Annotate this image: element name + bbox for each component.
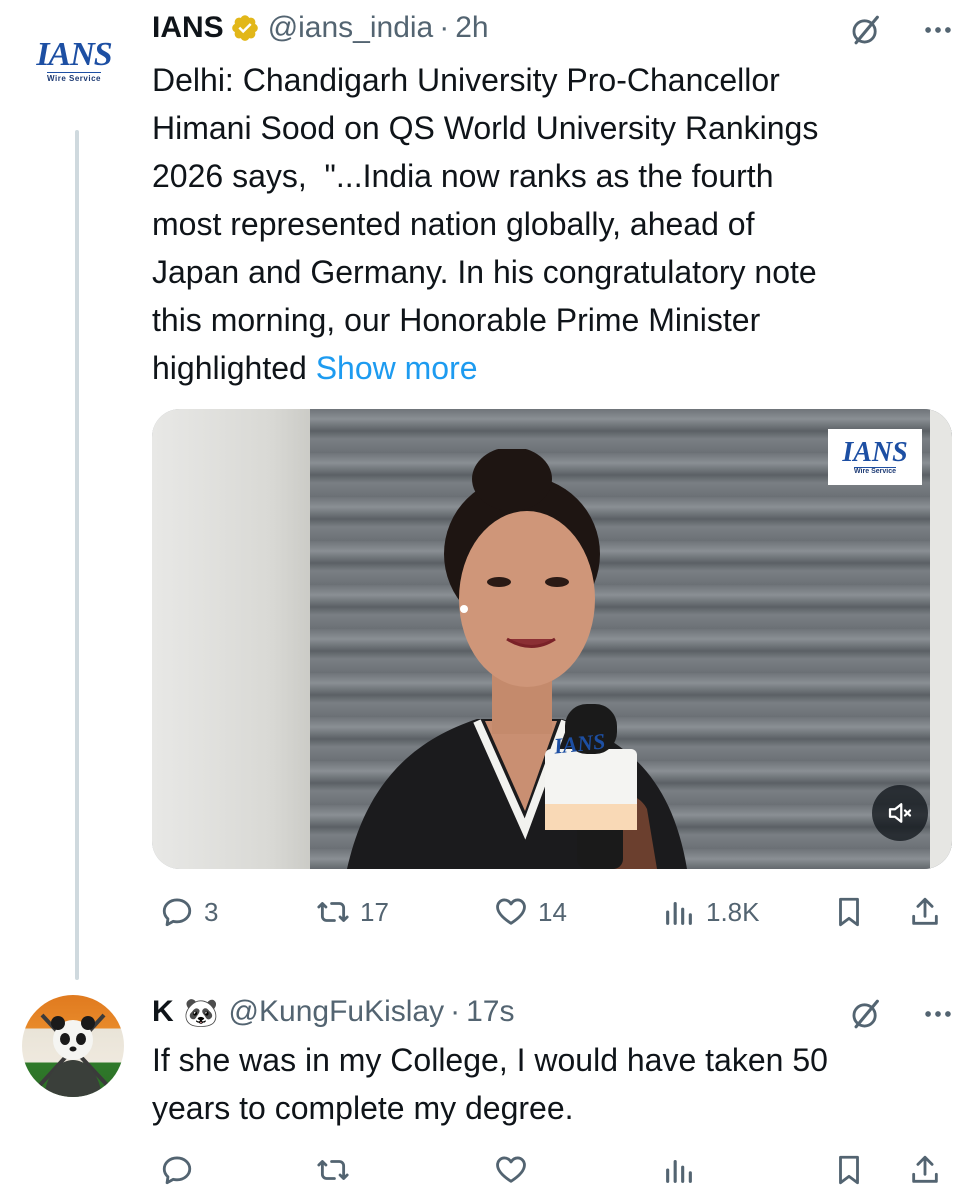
views-button[interactable] — [662, 1150, 696, 1190]
bookmark-button[interactable] — [832, 892, 866, 932]
bookmark-icon — [839, 897, 859, 927]
share-button[interactable] — [908, 892, 942, 932]
repost-button[interactable] — [316, 1150, 350, 1190]
reply-count: 3 — [204, 896, 219, 927]
tweet2-actions — [152, 1150, 952, 1190]
share-button[interactable] — [908, 1150, 942, 1190]
tweet1-text-line: Japan and Germany. In his congratulatory… — [152, 254, 817, 290]
like-count: 14 — [538, 896, 567, 927]
like-button[interactable] — [494, 1150, 528, 1190]
tweet1-text-line: Delhi: Chandigarh University Pro-Chancel… — [152, 62, 780, 98]
kungfukislay-avatar[interactable] — [22, 995, 124, 1097]
reply-icon — [162, 898, 192, 927]
reply-button[interactable]: 3 — [160, 892, 218, 932]
tweet1-separator: · — [439, 11, 450, 44]
tweet1-text-line: Himani Sood on QS World University Ranki… — [152, 110, 819, 146]
show-more-link[interactable]: Show more — [316, 350, 478, 386]
video-person — [347, 449, 687, 869]
repost-button[interactable]: 17 — [316, 892, 389, 932]
tweet2-separator: · — [450, 995, 461, 1028]
grok-icon[interactable] — [846, 994, 886, 1034]
tweet1-text: Delhi: Chandigarh University Pro-Chancel… — [152, 56, 952, 392]
video-watermark: IANS Wire Service — [828, 429, 922, 485]
tweet1-header: IANS @ians_india · 2h — [152, 8, 489, 48]
verified-badge-icon — [230, 13, 260, 43]
thread-line — [75, 130, 79, 980]
like-icon — [496, 898, 526, 925]
panda-warrior-image — [38, 1013, 109, 1097]
tweet1-time[interactable]: 2h — [455, 11, 488, 45]
grok-icon[interactable] — [846, 10, 886, 50]
tweet1-video[interactable]: IANS IANS Wire Service — [152, 409, 952, 869]
tweet1-text-line: most represented nation globally, ahead … — [152, 206, 755, 242]
share-icon — [912, 1155, 938, 1183]
tweet2-time[interactable]: 17s — [466, 995, 514, 1029]
panda-emoji: 🐼 — [183, 996, 219, 1028]
views-icon — [666, 901, 692, 925]
tweet2-text: If she was in my College, I would have t… — [152, 1036, 952, 1132]
more-icon[interactable] — [918, 10, 958, 50]
tweet2-header: K 🐼 @KungFuKislay · 17s — [152, 992, 514, 1032]
tweet2-author-name[interactable]: K — [152, 995, 174, 1029]
views-icon — [666, 1159, 692, 1183]
bookmark-button[interactable] — [832, 1150, 866, 1190]
more-icon[interactable] — [918, 994, 958, 1034]
mute-icon — [888, 803, 912, 823]
tweet2-text-line: If she was in my College, I would have t… — [152, 1042, 828, 1078]
ians-avatar-logo: IANS — [36, 35, 112, 73]
like-button[interactable]: 14 — [494, 892, 567, 932]
tweet1-text-last: highlighted — [152, 350, 307, 386]
tweet1-text-line: highlighted Show more — [152, 344, 952, 392]
mute-button[interactable] — [872, 785, 928, 841]
mic-flag-label: IANS — [552, 728, 607, 759]
tweet1-text-line: this morning, our Honorable Prime Minist… — [152, 302, 761, 338]
tweet1-text-line: 2026 says, "...India now ranks as the fo… — [152, 158, 774, 194]
ians-avatar-sub: Wire Service — [47, 71, 101, 83]
tweet2-handle[interactable]: @KungFuKislay — [229, 995, 445, 1029]
share-icon — [912, 897, 938, 925]
ians-avatar[interactable]: IANS Wire Service — [24, 30, 124, 90]
video-wall — [152, 409, 320, 869]
tweet1-actions: 3 17 14 1.8K — [152, 892, 952, 932]
repost-icon — [317, 902, 349, 922]
video-watermark-logo: IANS — [842, 437, 908, 468]
video-window-frame — [930, 409, 952, 869]
tweet1-handle[interactable]: @ians_india — [268, 11, 434, 45]
views-button[interactable]: 1.8K — [662, 892, 760, 932]
tweet2-text-line: years to complete my degree. — [152, 1090, 574, 1126]
reply-button[interactable] — [160, 1150, 194, 1190]
video-watermark-sub: Wire Service — [854, 467, 896, 475]
repost-count: 17 — [360, 896, 389, 927]
bookmark-icon — [839, 1155, 859, 1185]
repost-icon — [317, 1160, 349, 1180]
views-count: 1.8K — [706, 896, 760, 927]
reply-icon — [162, 1156, 192, 1185]
like-icon — [496, 1156, 526, 1183]
tweet1-author-name[interactable]: IANS — [152, 11, 224, 45]
